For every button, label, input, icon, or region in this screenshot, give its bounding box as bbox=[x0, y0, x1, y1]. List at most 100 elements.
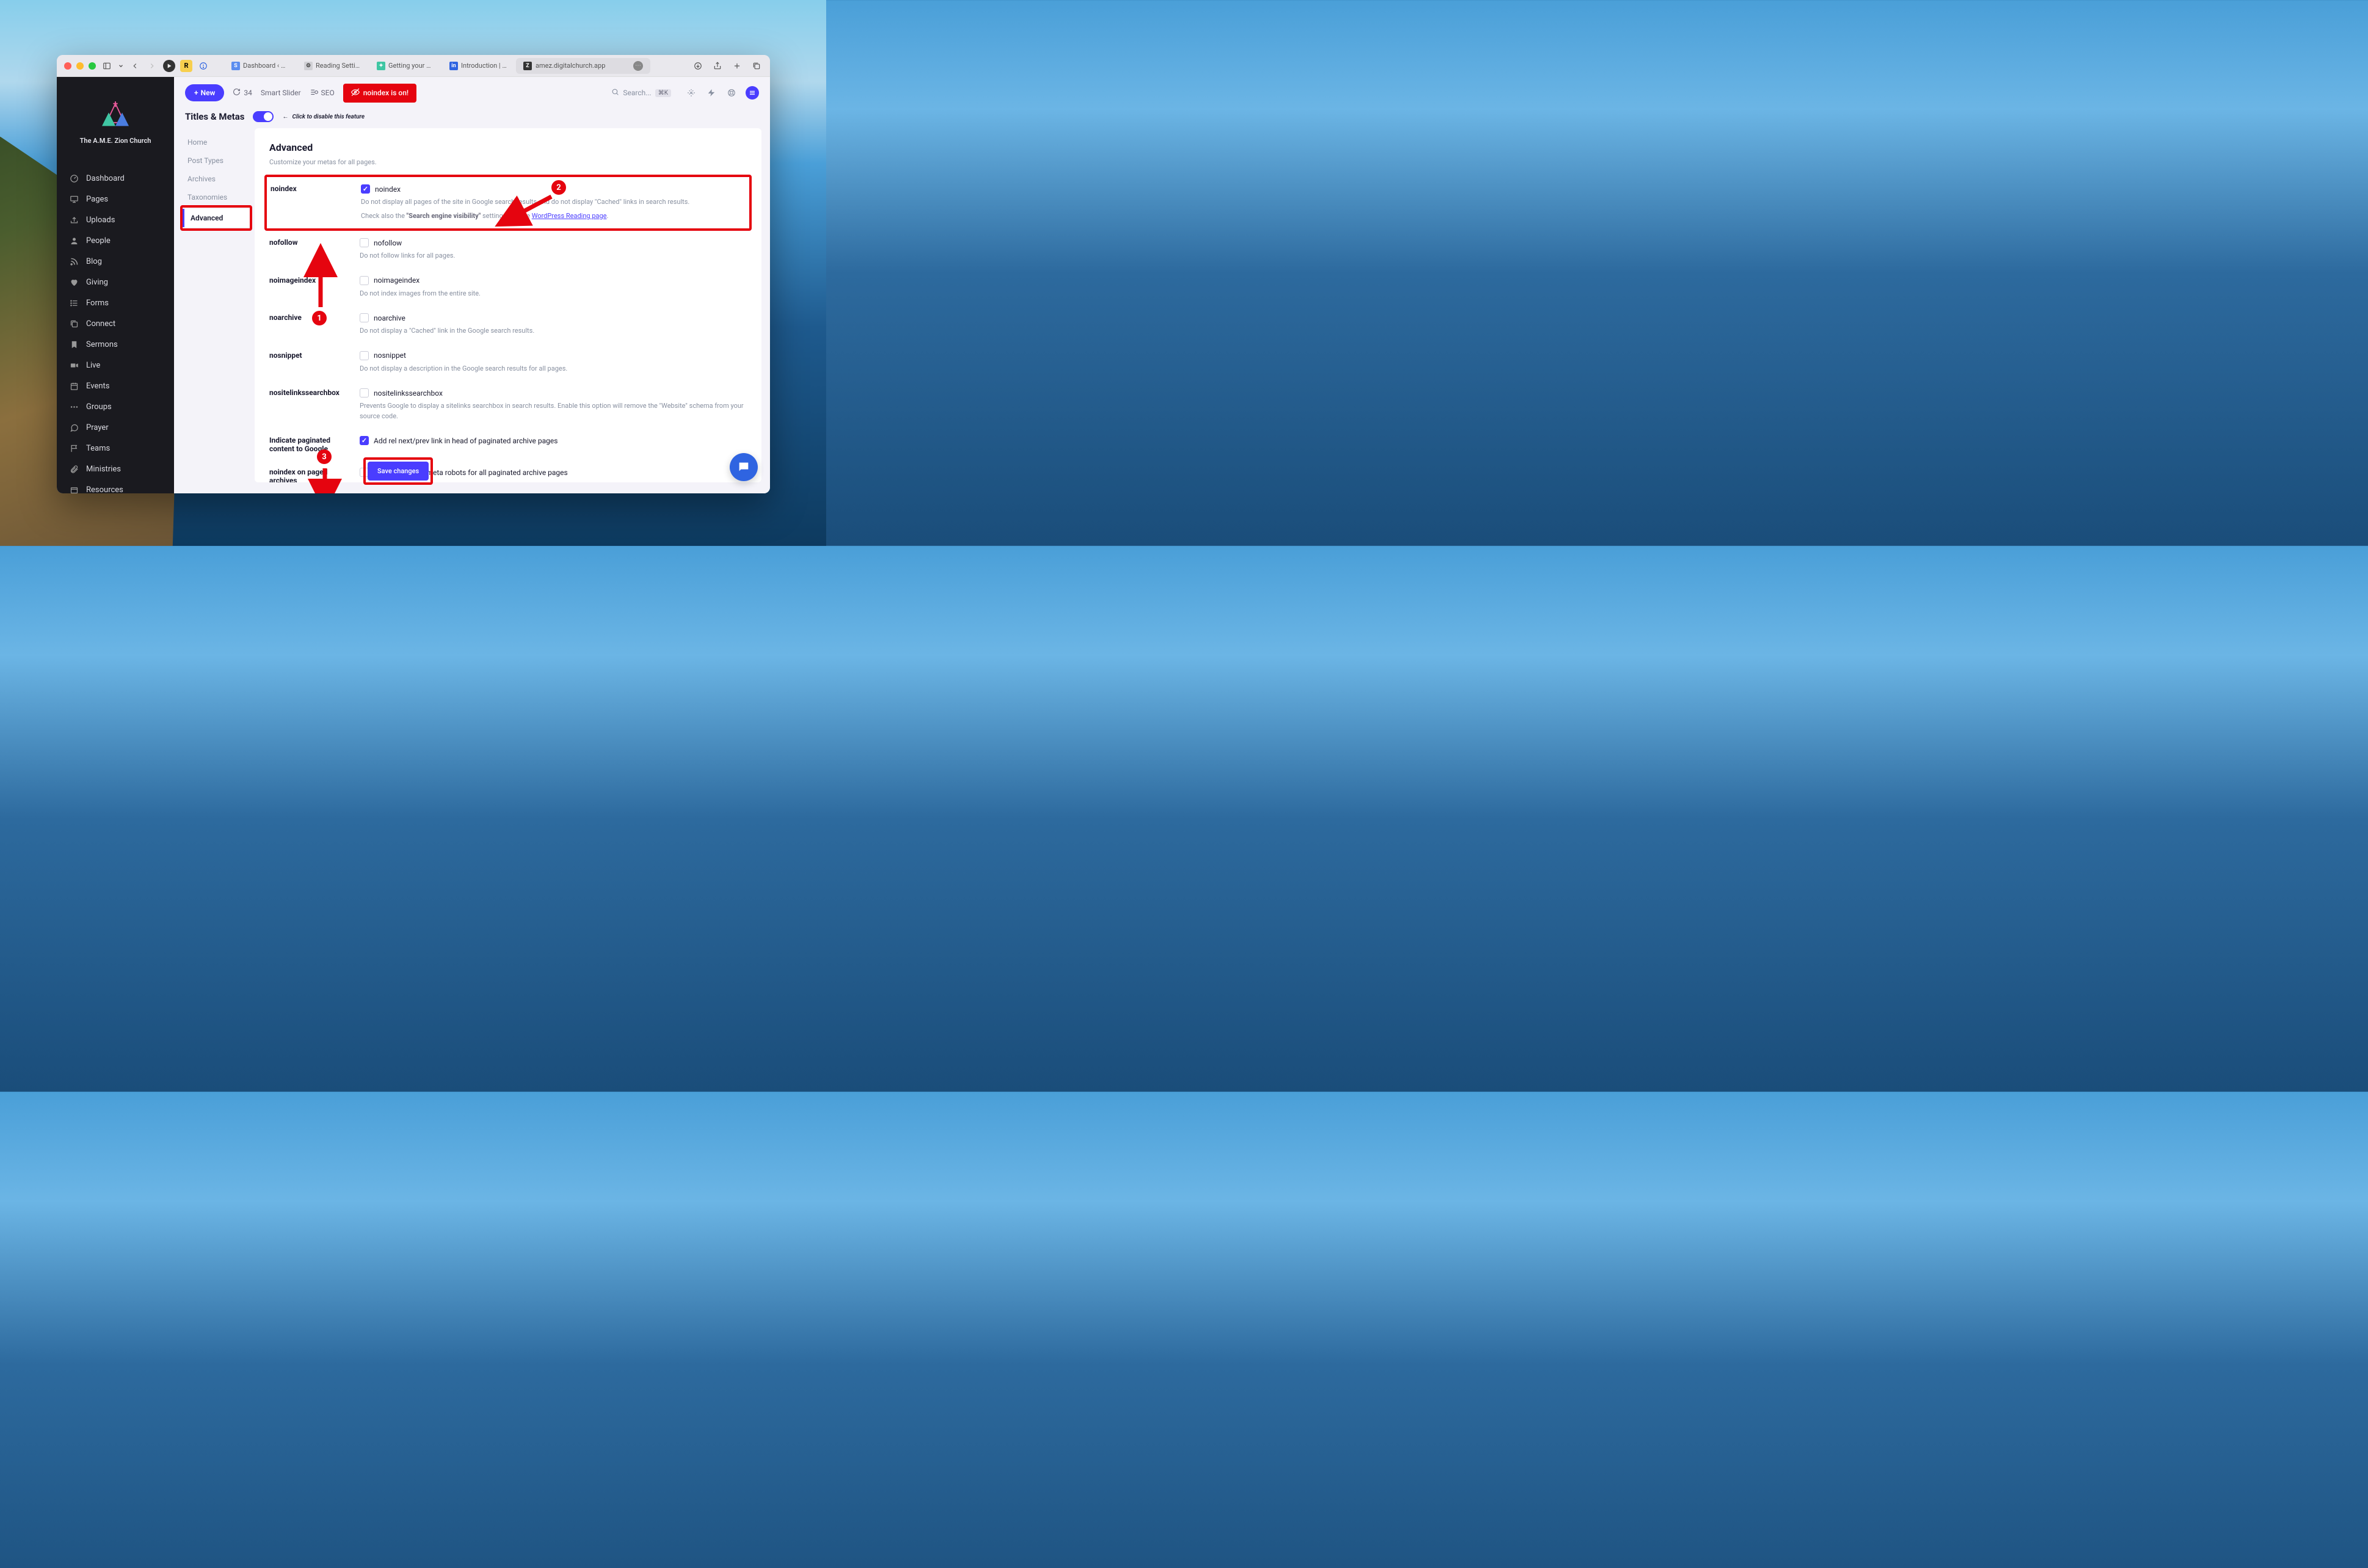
sidebar-item-connect[interactable]: Connect bbox=[57, 313, 174, 334]
nositelinkssearchbox-checkbox[interactable] bbox=[360, 388, 369, 397]
seo-icon bbox=[310, 88, 318, 98]
noarchive-checkbox[interactable] bbox=[360, 313, 369, 322]
smart-slider-link[interactable]: Smart Slider bbox=[261, 89, 301, 97]
sidebar-item-teams[interactable]: Teams bbox=[57, 438, 174, 459]
maximize-window-button[interactable] bbox=[89, 62, 96, 70]
logo-icon bbox=[98, 101, 133, 128]
panel-title: Advanced bbox=[269, 142, 747, 153]
intercom-chat-button[interactable] bbox=[730, 453, 758, 481]
user-menu-button[interactable] bbox=[746, 86, 759, 100]
help-icon[interactable] bbox=[725, 87, 738, 99]
sidebar-item-people[interactable]: People bbox=[57, 230, 174, 251]
seo-link[interactable]: SEO bbox=[310, 88, 335, 98]
sidebar-item-label: Live bbox=[86, 361, 100, 370]
sidebar-item-prayer[interactable]: Prayer bbox=[57, 417, 174, 438]
noindex-warning-badge[interactable]: noindex is on! bbox=[343, 84, 416, 103]
nosnippet-checkbox[interactable] bbox=[360, 351, 369, 360]
disable-hint: ←Click to disable this feature bbox=[282, 114, 365, 120]
subnav-advanced[interactable]: Advanced bbox=[183, 209, 250, 227]
list-icon bbox=[69, 298, 79, 308]
sidebar-item-forms[interactable]: Forms bbox=[57, 292, 174, 313]
settings-subnav: HomePost TypesArchivesTaxonomies Advanced bbox=[183, 128, 250, 493]
sidebar-item-label: Uploads bbox=[86, 216, 115, 225]
tab-favicon-icon: ⚙ bbox=[304, 62, 313, 70]
sidebar-item-label: People bbox=[86, 236, 111, 245]
heart-icon bbox=[69, 277, 79, 287]
setting-row-nosnippet: nosnippetnosnippetDo not display a descr… bbox=[269, 344, 747, 382]
subnav-home[interactable]: Home bbox=[183, 133, 250, 151]
arrow-left-icon: ← bbox=[282, 114, 288, 120]
page-title: Titles & Metas bbox=[185, 111, 244, 122]
close-window-button[interactable] bbox=[64, 62, 71, 70]
url-text: amez.digitalchurch.app bbox=[536, 62, 605, 70]
save-changes-button[interactable]: Save changes bbox=[368, 462, 429, 481]
upload-icon bbox=[69, 215, 79, 225]
setting-label: noindex on paged archives bbox=[269, 468, 347, 482]
bolt-icon[interactable] bbox=[705, 87, 717, 99]
setting-description: Do not display a description in the Goog… bbox=[360, 364, 747, 374]
noindex-checkbox[interactable] bbox=[361, 184, 370, 194]
forward-icon[interactable] bbox=[146, 60, 158, 72]
noimageindex-checkbox[interactable] bbox=[360, 276, 369, 285]
site-name: The A.M.E. Zion Church bbox=[80, 137, 151, 145]
setting-row-indicate-paginated-content-to-google: Indicate paginated content to GoogleAdd … bbox=[269, 429, 747, 460]
browser-tab[interactable]: inIntroduction | Di... bbox=[443, 59, 514, 73]
browser-tab[interactable]: ✦Getting your Wo... bbox=[371, 59, 441, 73]
sidebar-item-dashboard[interactable]: Dashboard bbox=[57, 168, 174, 189]
main-content: +New 34 Smart Slider SEO noindex is on! … bbox=[174, 77, 770, 493]
setting-description: Do not follow links for all pages. bbox=[360, 251, 747, 261]
sidebar-item-blog[interactable]: Blog bbox=[57, 251, 174, 272]
search-input[interactable]: Search...⌘K bbox=[605, 85, 677, 101]
settings-panel: Advanced Customize your metas for all pa… bbox=[255, 128, 761, 482]
refresh-count[interactable]: 34 bbox=[233, 88, 252, 98]
monitor-icon bbox=[69, 194, 79, 204]
sidebar-item-giving[interactable]: Giving bbox=[57, 272, 174, 292]
sidebar-item-uploads[interactable]: Uploads bbox=[57, 209, 174, 230]
new-tab-icon[interactable] bbox=[731, 60, 743, 72]
sidebar-item-live[interactable]: Live bbox=[57, 355, 174, 376]
video-icon bbox=[69, 360, 79, 370]
feature-toggle[interactable] bbox=[253, 111, 274, 122]
sidebar-item-pages[interactable]: Pages bbox=[57, 189, 174, 209]
indicate-paginated-content-to-google-checkbox[interactable] bbox=[360, 436, 369, 445]
settings-icon[interactable] bbox=[685, 87, 697, 99]
browser-tab[interactable]: ⚙Reading Setting... bbox=[298, 59, 368, 73]
subnav-post-types[interactable]: Post Types bbox=[183, 151, 250, 170]
sidebar-item-events[interactable]: Events bbox=[57, 376, 174, 396]
new-button[interactable]: +New bbox=[185, 84, 224, 101]
setting-label: noindex bbox=[271, 184, 349, 221]
sidebar-item-ministries[interactable]: Ministries bbox=[57, 459, 174, 479]
browser-tabs: SDashboard ‹ Dig... ⚙Reading Setting... … bbox=[225, 58, 680, 74]
sidebar-item-label: Ministries bbox=[86, 465, 121, 474]
chevron-down-icon[interactable] bbox=[118, 60, 124, 72]
sidebar-item-groups[interactable]: Groups bbox=[57, 396, 174, 417]
sidebar-item-label: Sermons bbox=[86, 340, 118, 349]
sidebar-item-sermons[interactable]: Sermons bbox=[57, 334, 174, 355]
option-label: noimageindex bbox=[374, 276, 419, 285]
callout-1: 1 bbox=[312, 311, 327, 325]
minimize-window-button[interactable] bbox=[76, 62, 84, 70]
back-icon[interactable] bbox=[129, 60, 141, 72]
sidebar-toggle-icon[interactable] bbox=[101, 60, 113, 72]
setting-label: noarchive bbox=[269, 313, 347, 336]
favicon-3 bbox=[197, 60, 209, 72]
option-label: Add rel next/prev link in head of pagina… bbox=[374, 437, 557, 445]
download-icon[interactable] bbox=[692, 60, 704, 72]
share-icon[interactable] bbox=[711, 60, 724, 72]
sidebar-item-label: Dashboard bbox=[86, 174, 125, 183]
subnav-taxonomies[interactable]: Taxonomies bbox=[183, 188, 250, 206]
browser-window: R SDashboard ‹ Dig... ⚙Reading Setting..… bbox=[57, 55, 770, 493]
sidebar-nav: Dashboard Pages Uploads People BlogGivingFor… bbox=[57, 168, 174, 493]
browser-tab[interactable]: SDashboard ‹ Dig... bbox=[225, 59, 296, 73]
site-logo[interactable]: The A.M.E. Zion Church bbox=[57, 89, 174, 153]
address-bar[interactable]: Z amez.digitalchurch.app ⋯ bbox=[516, 58, 650, 74]
sidebar-item-label: Events bbox=[86, 382, 109, 391]
tabs-overview-icon[interactable] bbox=[750, 60, 763, 72]
more-icon[interactable]: ⋯ bbox=[633, 61, 643, 71]
subnav-archives[interactable]: Archives bbox=[183, 170, 250, 188]
setting-row-nositelinkssearchbox: nositelinkssearchboxnositelinkssearchbox… bbox=[269, 381, 747, 429]
panel-subtitle: Customize your metas for all pages. bbox=[269, 158, 747, 166]
nofollow-checkbox[interactable] bbox=[360, 238, 369, 247]
setting-label: nosnippet bbox=[269, 351, 347, 374]
sidebar-item-resources[interactable]: Resources bbox=[57, 479, 174, 493]
